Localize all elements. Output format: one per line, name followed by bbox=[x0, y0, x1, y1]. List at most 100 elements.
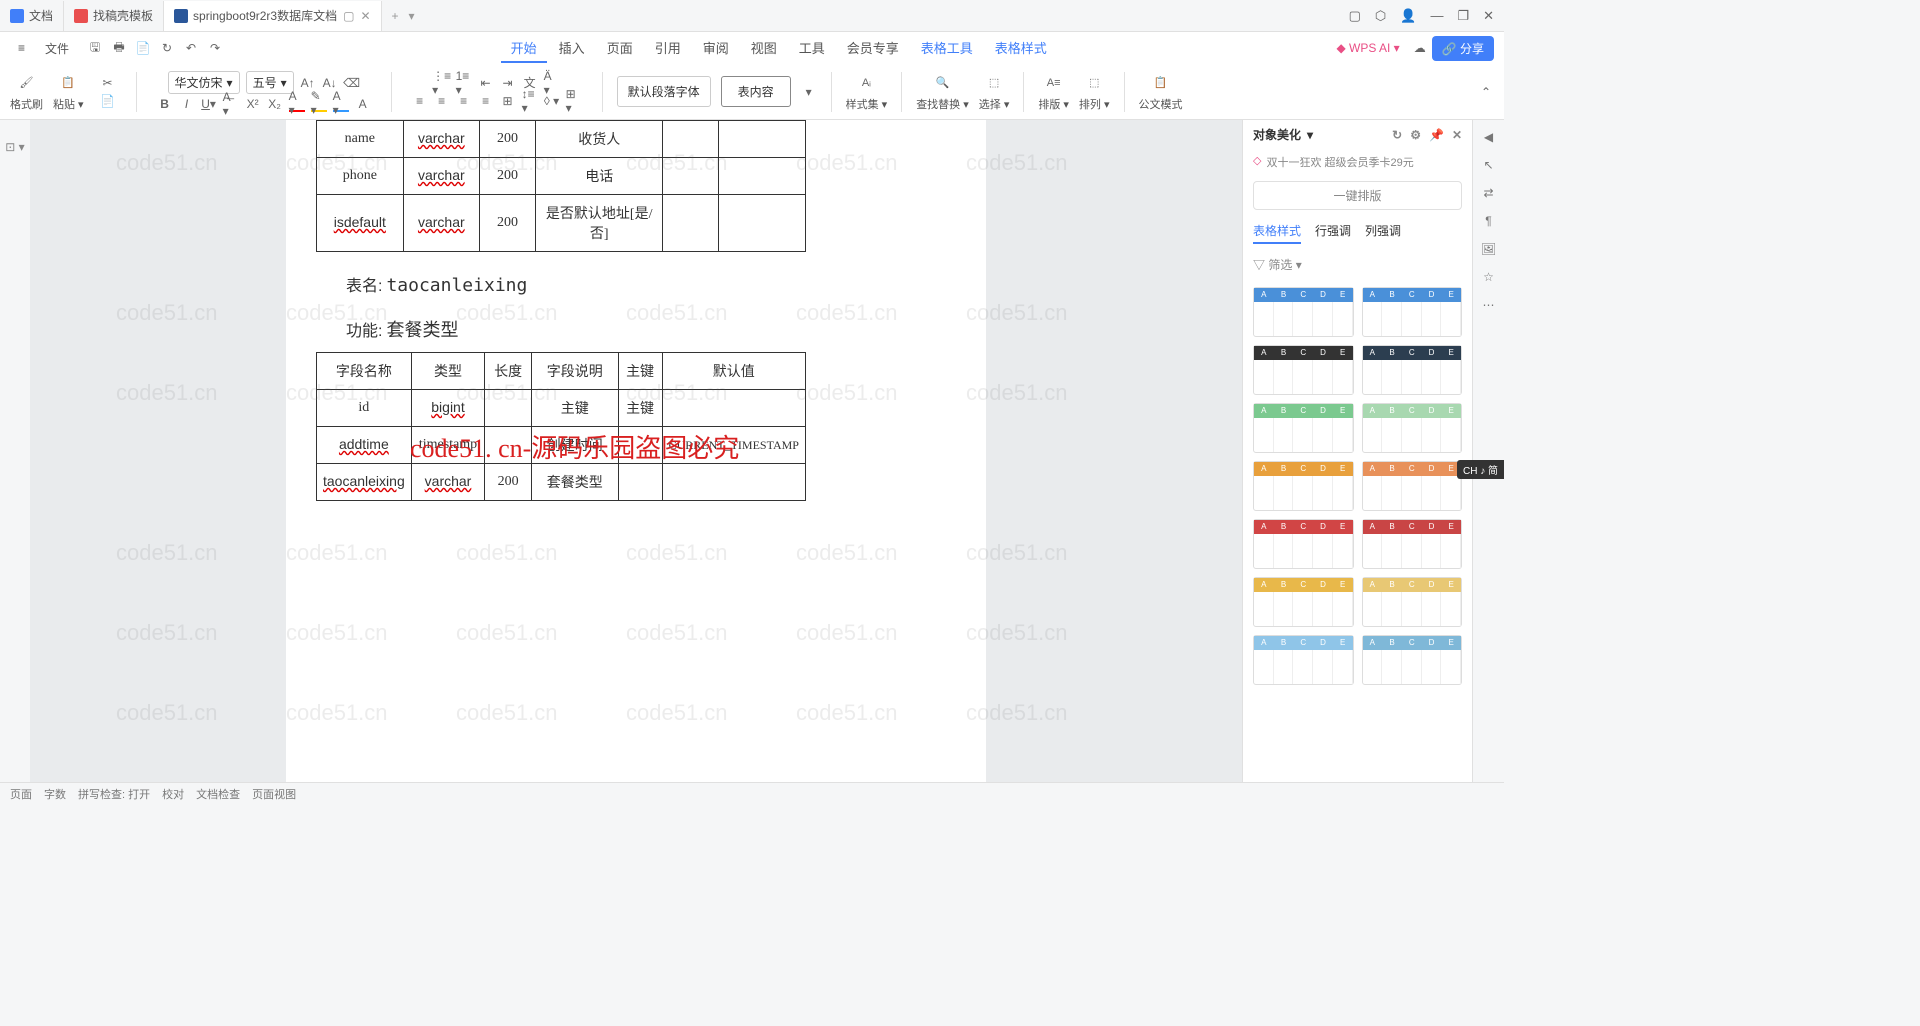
file-menu[interactable]: 文件 bbox=[37, 40, 77, 57]
default-para-font[interactable]: 默认段落字体 bbox=[617, 76, 711, 107]
bold-icon[interactable]: B bbox=[157, 96, 173, 112]
italic-icon[interactable]: I bbox=[179, 96, 195, 112]
find-replace[interactable]: 🔍查找替换 ▾ bbox=[916, 72, 969, 112]
window-icon[interactable]: ▢ bbox=[1349, 8, 1361, 24]
undo-icon[interactable]: ↶ bbox=[183, 40, 199, 56]
filter-dropdown[interactable]: ▽ 筛选 ▾ bbox=[1243, 250, 1472, 279]
subscript-icon[interactable]: X₂ bbox=[267, 96, 283, 112]
subtab-col-emphasis[interactable]: 列强调 bbox=[1365, 222, 1401, 244]
tab-reference[interactable]: 引用 bbox=[645, 34, 691, 63]
user-icon[interactable]: 👤 bbox=[1400, 8, 1416, 24]
superscript-icon[interactable]: X² bbox=[245, 96, 261, 112]
table-style-preset[interactable]: ABCDE bbox=[1362, 461, 1463, 511]
subtab-table-style[interactable]: 表格样式 bbox=[1253, 222, 1301, 244]
refresh-panel-icon[interactable]: ↻ bbox=[1392, 128, 1402, 142]
outline-icon[interactable]: ⊡ ▾ bbox=[5, 140, 24, 154]
more-icon[interactable]: ⋯ bbox=[1483, 298, 1495, 312]
fill-icon[interactable]: ◊ ▾ bbox=[544, 93, 560, 109]
char-border-icon[interactable]: A bbox=[355, 96, 371, 112]
border-icon[interactable]: ⊞ ▾ bbox=[566, 93, 582, 109]
cube-icon[interactable]: ⬡ bbox=[1375, 8, 1386, 24]
table-style-preset[interactable]: ABCDE bbox=[1253, 287, 1354, 337]
new-tab-button[interactable]: + bbox=[382, 9, 409, 23]
format-brush[interactable]: 🖌格式刷 bbox=[10, 72, 43, 112]
tab-table-tools[interactable]: 表格工具 bbox=[911, 34, 983, 63]
table-style-preset[interactable]: ABCDE bbox=[1362, 403, 1463, 453]
wps-ai[interactable]: ◆ WPS AI ▾ bbox=[1328, 41, 1407, 55]
cut-icon[interactable]: ✂ bbox=[100, 75, 116, 91]
row-height[interactable]: A≡排版 ▾ bbox=[1038, 72, 1069, 112]
table-style-preset[interactable]: ABCDE bbox=[1362, 577, 1463, 627]
copy-icon[interactable]: 📄 bbox=[100, 93, 116, 109]
table-1[interactable]: namevarchar200收货人 phonevarchar200电话 isde… bbox=[316, 120, 806, 252]
table-style-preset[interactable]: ABCDE bbox=[1253, 403, 1354, 453]
tab-template[interactable]: 找稿壳模板 bbox=[64, 1, 164, 31]
one-click-layout[interactable]: 一键排版 bbox=[1253, 181, 1462, 210]
table-style-preset[interactable]: ABCDE bbox=[1253, 461, 1354, 511]
tab-review[interactable]: 审阅 bbox=[693, 34, 739, 63]
select-button[interactable]: ⬚选择 ▾ bbox=[979, 72, 1010, 112]
share-button[interactable]: 🔗 分享 bbox=[1432, 36, 1494, 61]
tab-docs[interactable]: 文档 bbox=[0, 1, 64, 31]
cursor-icon[interactable]: ↖ bbox=[1483, 158, 1493, 172]
image-icon[interactable]: 🖼 bbox=[1481, 242, 1496, 256]
tab-insert[interactable]: 插入 bbox=[549, 34, 595, 63]
transfer-icon[interactable]: ⇄ bbox=[1483, 186, 1493, 200]
align-center-icon[interactable]: ≡ bbox=[434, 93, 450, 109]
tab-page[interactable]: 页面 bbox=[597, 34, 643, 63]
table-style-preset[interactable]: ABCDE bbox=[1253, 345, 1354, 395]
align-left-icon[interactable]: ≡ bbox=[412, 93, 428, 109]
print-icon[interactable]: 🖶 bbox=[111, 40, 127, 56]
cloud-icon[interactable]: ☁ bbox=[1412, 40, 1428, 56]
shapes-icon[interactable]: ☆ bbox=[1483, 270, 1494, 284]
line-spacing-icon[interactable]: ↕≡ ▾ bbox=[522, 93, 538, 109]
table-2[interactable]: 字段名称类型长度字段说明主键默认值 idbigint主键主键 addtimeti… bbox=[316, 352, 806, 501]
table-style-preset[interactable]: ABCDE bbox=[1362, 345, 1463, 395]
table-style-preset[interactable]: ABCDE bbox=[1362, 635, 1463, 685]
close-window-icon[interactable]: ✕ bbox=[1483, 8, 1494, 24]
tab-tools[interactable]: 工具 bbox=[789, 34, 835, 63]
style-set[interactable]: Aᵢ样式集 ▾ bbox=[846, 72, 888, 112]
document-canvas[interactable]: code51.cn code51.cn code51.cn code51.cn … bbox=[30, 120, 1242, 782]
size-select[interactable]: 五号 ▾ bbox=[246, 71, 294, 94]
tab-table-style[interactable]: 表格样式 bbox=[985, 34, 1057, 63]
highlight-icon[interactable]: ✎ ▾ bbox=[311, 96, 327, 112]
font-color-icon[interactable]: A ▾ bbox=[289, 96, 305, 112]
underline-icon[interactable]: U ▾ bbox=[201, 96, 217, 112]
indent-icon[interactable]: ⇥ bbox=[500, 75, 516, 91]
align-justify-icon[interactable]: ≡ bbox=[478, 93, 494, 109]
shading-icon[interactable]: A ▾ bbox=[333, 96, 349, 112]
tab-current[interactable]: springboot9r2r3数据库文档▢✕ bbox=[164, 1, 381, 31]
tab-member[interactable]: 会员专享 bbox=[837, 34, 909, 63]
collapse-icon[interactable]: ◀ bbox=[1484, 130, 1493, 144]
table-style-preset[interactable]: ABCDE bbox=[1253, 519, 1354, 569]
redo-icon[interactable]: ↷ bbox=[207, 40, 223, 56]
preview-icon[interactable]: 📄 bbox=[135, 40, 151, 56]
collapse-ribbon-icon[interactable]: ⌃ bbox=[1478, 84, 1494, 100]
minimize-icon[interactable]: — bbox=[1430, 8, 1443, 24]
maximize-icon[interactable]: ❐ bbox=[1457, 8, 1469, 24]
close-icon[interactable]: ✕ bbox=[360, 9, 370, 23]
table-style-preset[interactable]: ABCDE bbox=[1253, 635, 1354, 685]
settings-icon[interactable]: ⚙ bbox=[1410, 128, 1421, 142]
refresh-icon[interactable]: ↻ bbox=[159, 40, 175, 56]
table-style-preset[interactable]: ABCDE bbox=[1362, 287, 1463, 337]
subtab-row-emphasis[interactable]: 行强调 bbox=[1315, 222, 1351, 244]
numbering-icon[interactable]: 1≡ ▾ bbox=[456, 75, 472, 91]
paste-button[interactable]: 📋粘贴 ▾ bbox=[53, 72, 84, 112]
tab-view[interactable]: 视图 bbox=[741, 34, 787, 63]
style-expand-icon[interactable]: ▾ bbox=[801, 84, 817, 100]
tab-start[interactable]: 开始 bbox=[501, 34, 547, 63]
arrange[interactable]: ⬚排列 ▾ bbox=[1079, 72, 1110, 112]
distribute-icon[interactable]: ⊞ bbox=[500, 93, 516, 109]
table-style-preset[interactable]: ABCDE bbox=[1362, 519, 1463, 569]
paragraph-icon[interactable]: ¶ bbox=[1485, 214, 1491, 228]
promo-banner[interactable]: ◇双十一狂欢 超级会员季卡29元 bbox=[1243, 149, 1472, 175]
hamburger-icon[interactable]: ≡ bbox=[10, 41, 33, 55]
form-mode[interactable]: 📋公文模式 bbox=[1139, 72, 1183, 112]
outdent-icon[interactable]: ⇤ bbox=[478, 75, 494, 91]
close-panel-icon[interactable]: ✕ bbox=[1452, 128, 1462, 142]
tab-menu[interactable]: ▾ bbox=[409, 9, 415, 23]
table-content-style[interactable]: 表内容 bbox=[721, 76, 791, 107]
ime-indicator[interactable]: CH ♪ 简 bbox=[1457, 460, 1504, 479]
